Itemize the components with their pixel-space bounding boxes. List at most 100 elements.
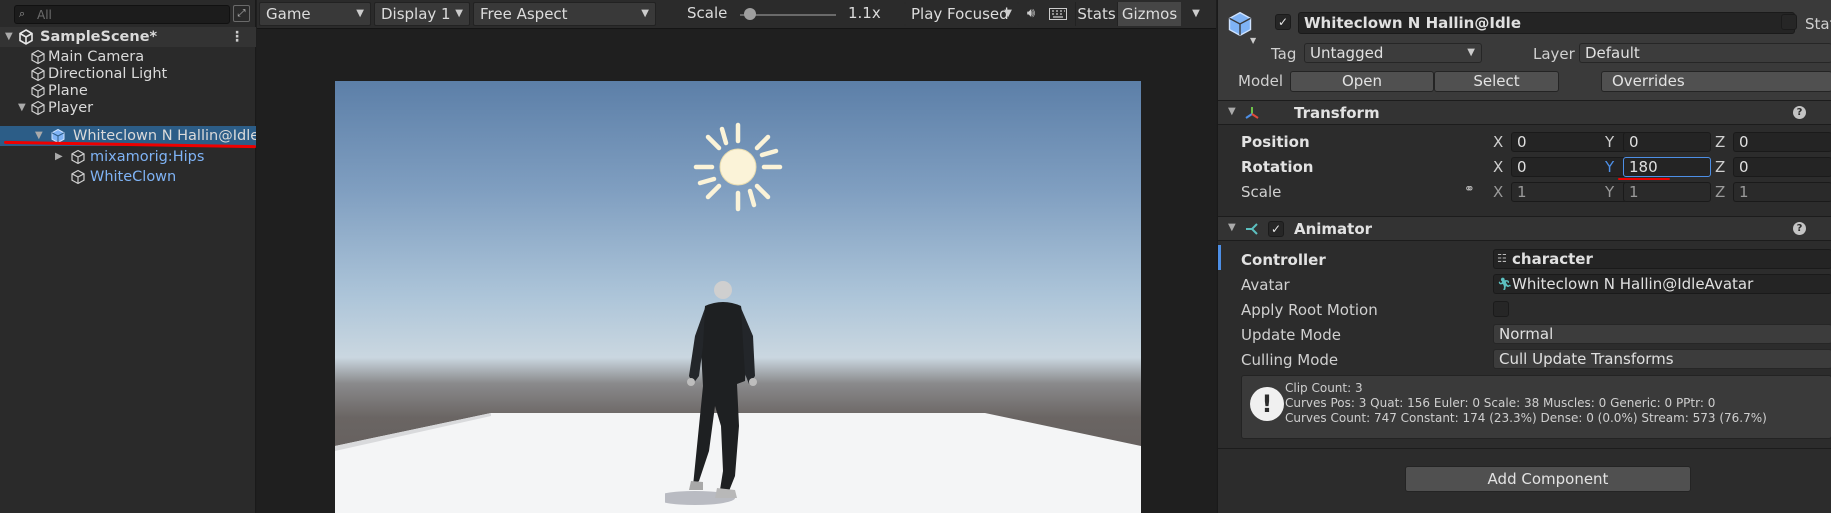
gameobject-cube-icon [31, 100, 45, 116]
hierarchy-filter-icon[interactable]: ⤢ [233, 5, 250, 22]
open-button[interactable]: Open [1290, 71, 1434, 92]
expand-arrow-icon[interactable]: ▼ [5, 27, 13, 47]
clown-character-model [665, 281, 757, 505]
animator-title: Animator [1294, 220, 1373, 238]
aspect-dropdown[interactable]: Free Aspect ▼ [473, 2, 656, 26]
hierarchy-item-label: SampleScene* [40, 29, 158, 45]
info-warning-icon: ! [1250, 387, 1284, 421]
clip-count-text: Clip Count: 3 [1285, 381, 1363, 395]
controller-field[interactable]: ☷ character [1493, 249, 1831, 269]
inspector-header: ▼ ✓ Whiteclown N Hallin@Idle Stat Tag Un… [1218, 0, 1831, 108]
more-menu-icon[interactable]: ⋮ [230, 27, 244, 47]
help-icon[interactable]: ? [1793, 222, 1806, 235]
curves-pos-text: Curves Pos: 3 Quat: 156 Euler: 0 Scale: … [1285, 396, 1716, 410]
expand-arrow-icon[interactable]: ▼ [18, 98, 26, 118]
update-mode-label: Update Mode [1241, 326, 1341, 344]
search-placeholder: All [37, 8, 52, 22]
overrides-dropdown[interactable]: Overrides [1601, 71, 1831, 92]
hierarchy-item-player[interactable]: ▼ Player [0, 98, 256, 118]
avatar-value: Whiteclown N Hallin@IdleAvatar [1512, 275, 1754, 293]
controller-label: Controller [1241, 251, 1326, 269]
chevron-down-icon: ▼ [455, 8, 463, 19]
rotation-z-axis: Z [1715, 158, 1726, 176]
gizmos-menu-chevron-icon[interactable]: ▼ [1185, 4, 1207, 24]
avatar-field[interactable]: 🏃︎ Whiteclown N Hallin@IdleAvatar [1493, 274, 1831, 294]
hierarchy-item-mixamorig-hips[interactable]: ▶ mixamorig:Hips [0, 147, 256, 167]
hierarchy-item-whiteclown[interactable]: WhiteClown [0, 167, 256, 187]
tag-value: Untagged [1310, 44, 1384, 62]
culling-mode-dropdown[interactable]: Cull Update Transforms [1493, 349, 1831, 369]
object-name-field[interactable]: Whiteclown N Hallin@Idle [1298, 12, 1795, 34]
icon-dropdown-chevron-icon[interactable]: ▼ [1250, 36, 1256, 45]
expand-arrow-icon[interactable]: ▶ [55, 147, 63, 167]
layer-label: Layer [1533, 45, 1575, 63]
gameobject-cube-icon [71, 149, 85, 165]
position-z-field[interactable]: 0 [1733, 132, 1831, 152]
apply-root-motion-checkbox[interactable] [1493, 301, 1509, 317]
help-icon[interactable]: ? [1793, 106, 1806, 119]
constrain-proportions-link-icon[interactable]: ⚭ [1464, 182, 1475, 197]
animator-enabled-checkbox[interactable]: ✓ [1268, 221, 1284, 237]
game-viewport[interactable] [335, 81, 1141, 513]
game-toolbar: Game ▼ Display 1 ▼ Free Aspect ▼ Scale 1… [257, 0, 1216, 29]
fold-arrow-icon[interactable]: ▼ [1228, 222, 1236, 233]
scale-slider-handle[interactable] [743, 8, 756, 20]
position-label: Position [1241, 133, 1310, 151]
fold-arrow-icon[interactable]: ▼ [1228, 106, 1236, 117]
display-value: Display 1 [381, 5, 451, 23]
hierarchy-item-label: WhiteClown [90, 169, 177, 185]
chevron-down-icon: ▼ [356, 8, 364, 19]
scale-label: Scale [687, 4, 728, 22]
keyboard-icon[interactable] [1047, 4, 1069, 24]
display-dropdown[interactable]: Display 1 ▼ [374, 2, 470, 26]
controller-value: character [1512, 250, 1593, 268]
play-mode-value: Play Focused [911, 5, 1009, 23]
rotation-y-axis: Y [1605, 158, 1615, 176]
gameobject-cube-icon [31, 83, 45, 99]
position-y-axis: Y [1605, 133, 1615, 151]
hierarchy-search-input[interactable]: ⌕ All [14, 5, 230, 24]
rotation-y-field[interactable]: 180 [1623, 157, 1711, 177]
rotation-x-axis: X [1493, 158, 1504, 176]
scale-y-field[interactable]: 1 [1623, 182, 1711, 202]
scale-value: 1.1x [848, 4, 881, 22]
view-type-value: Game [266, 5, 311, 23]
mute-audio-icon[interactable]: 🔊︎ [1020, 4, 1042, 24]
active-checkbox[interactable]: ✓ [1275, 14, 1291, 30]
scale-z-field[interactable]: 1 [1733, 182, 1831, 202]
gameobject-cube-icon [71, 169, 85, 185]
static-checkbox[interactable] [1781, 14, 1797, 30]
gizmos-button[interactable]: Gizmos [1117, 2, 1181, 26]
layer-value: Default [1585, 44, 1640, 62]
model-label: Model [1238, 72, 1284, 90]
update-mode-dropdown[interactable]: Normal [1493, 324, 1831, 344]
static-label: Stat [1805, 15, 1831, 33]
scale-label: Scale [1241, 183, 1282, 201]
hierarchy-item-label: Player [48, 100, 94, 116]
layer-dropdown[interactable]: Default [1579, 43, 1831, 63]
gameobject-cube-icon [31, 49, 45, 65]
position-z-axis: Z [1715, 133, 1726, 151]
unity-scene-icon [19, 29, 33, 45]
scale-y-axis: Y [1605, 183, 1615, 201]
add-component-button[interactable]: Add Component [1405, 466, 1691, 492]
stats-button[interactable]: Stats [1075, 2, 1117, 26]
animator-component-header[interactable]: ▼ ✓ Animator ? [1218, 216, 1831, 241]
chevron-down-icon: ▼ [641, 8, 649, 19]
hierarchy-scene-row[interactable]: ▼ SampleScene* ⋮ [0, 27, 256, 47]
select-button[interactable]: Select [1434, 71, 1559, 92]
position-x-axis: X [1493, 133, 1504, 151]
rotation-z-field[interactable]: 0 [1733, 157, 1831, 177]
animator-controller-icon: ☷ [1497, 252, 1507, 265]
prefab-model-icon [1228, 11, 1252, 37]
view-type-dropdown[interactable]: Game ▼ [259, 2, 371, 26]
aspect-value: Free Aspect [480, 5, 568, 23]
inspector-panel: ▼ ✓ Whiteclown N Hallin@Idle Stat Tag Un… [1217, 0, 1831, 513]
sun-icon [693, 122, 783, 212]
position-y-field[interactable]: 0 [1623, 132, 1711, 152]
transform-component-header[interactable]: ▼ Transform ? [1218, 100, 1831, 125]
game-view-panel: Game ▼ Display 1 ▼ Free Aspect ▼ Scale 1… [257, 0, 1216, 513]
scale-z-axis: Z [1715, 183, 1726, 201]
play-mode-dropdown[interactable]: Play Focused ▼ [904, 2, 1019, 26]
tag-dropdown[interactable]: Untagged ▼ [1304, 43, 1482, 63]
